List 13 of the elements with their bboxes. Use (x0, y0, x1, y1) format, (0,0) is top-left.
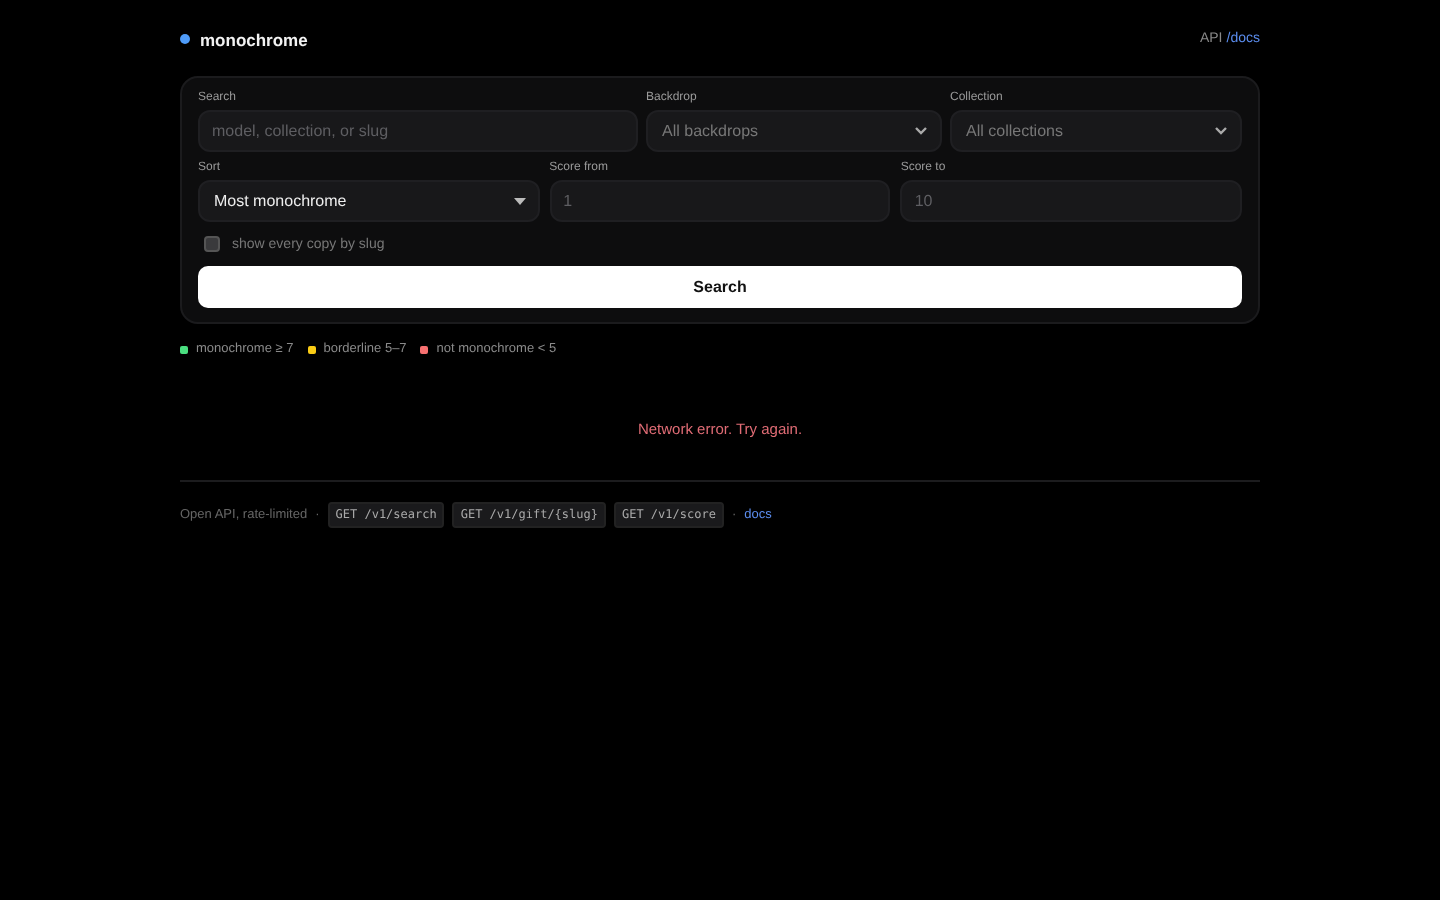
checkbox[interactable] (204, 236, 220, 252)
chevron-down-icon (914, 126, 928, 136)
dropdown[interactable]: Most monochrome (198, 180, 540, 222)
search-button[interactable]: Search (198, 266, 1242, 308)
logo-dot-icon (180, 34, 190, 44)
brand-name: monochrome (200, 29, 308, 49)
score-field[interactable]: 1 (549, 180, 891, 222)
dropdown[interactable]: All collections (950, 110, 1242, 152)
search-field[interactable]: model, collection, or slug (198, 110, 638, 152)
caret-icon (513, 197, 526, 205)
chevron-down-icon (1214, 126, 1228, 136)
score-field[interactable]: 10 (900, 180, 1242, 222)
dropdown[interactable]: All backdrops (646, 110, 942, 152)
